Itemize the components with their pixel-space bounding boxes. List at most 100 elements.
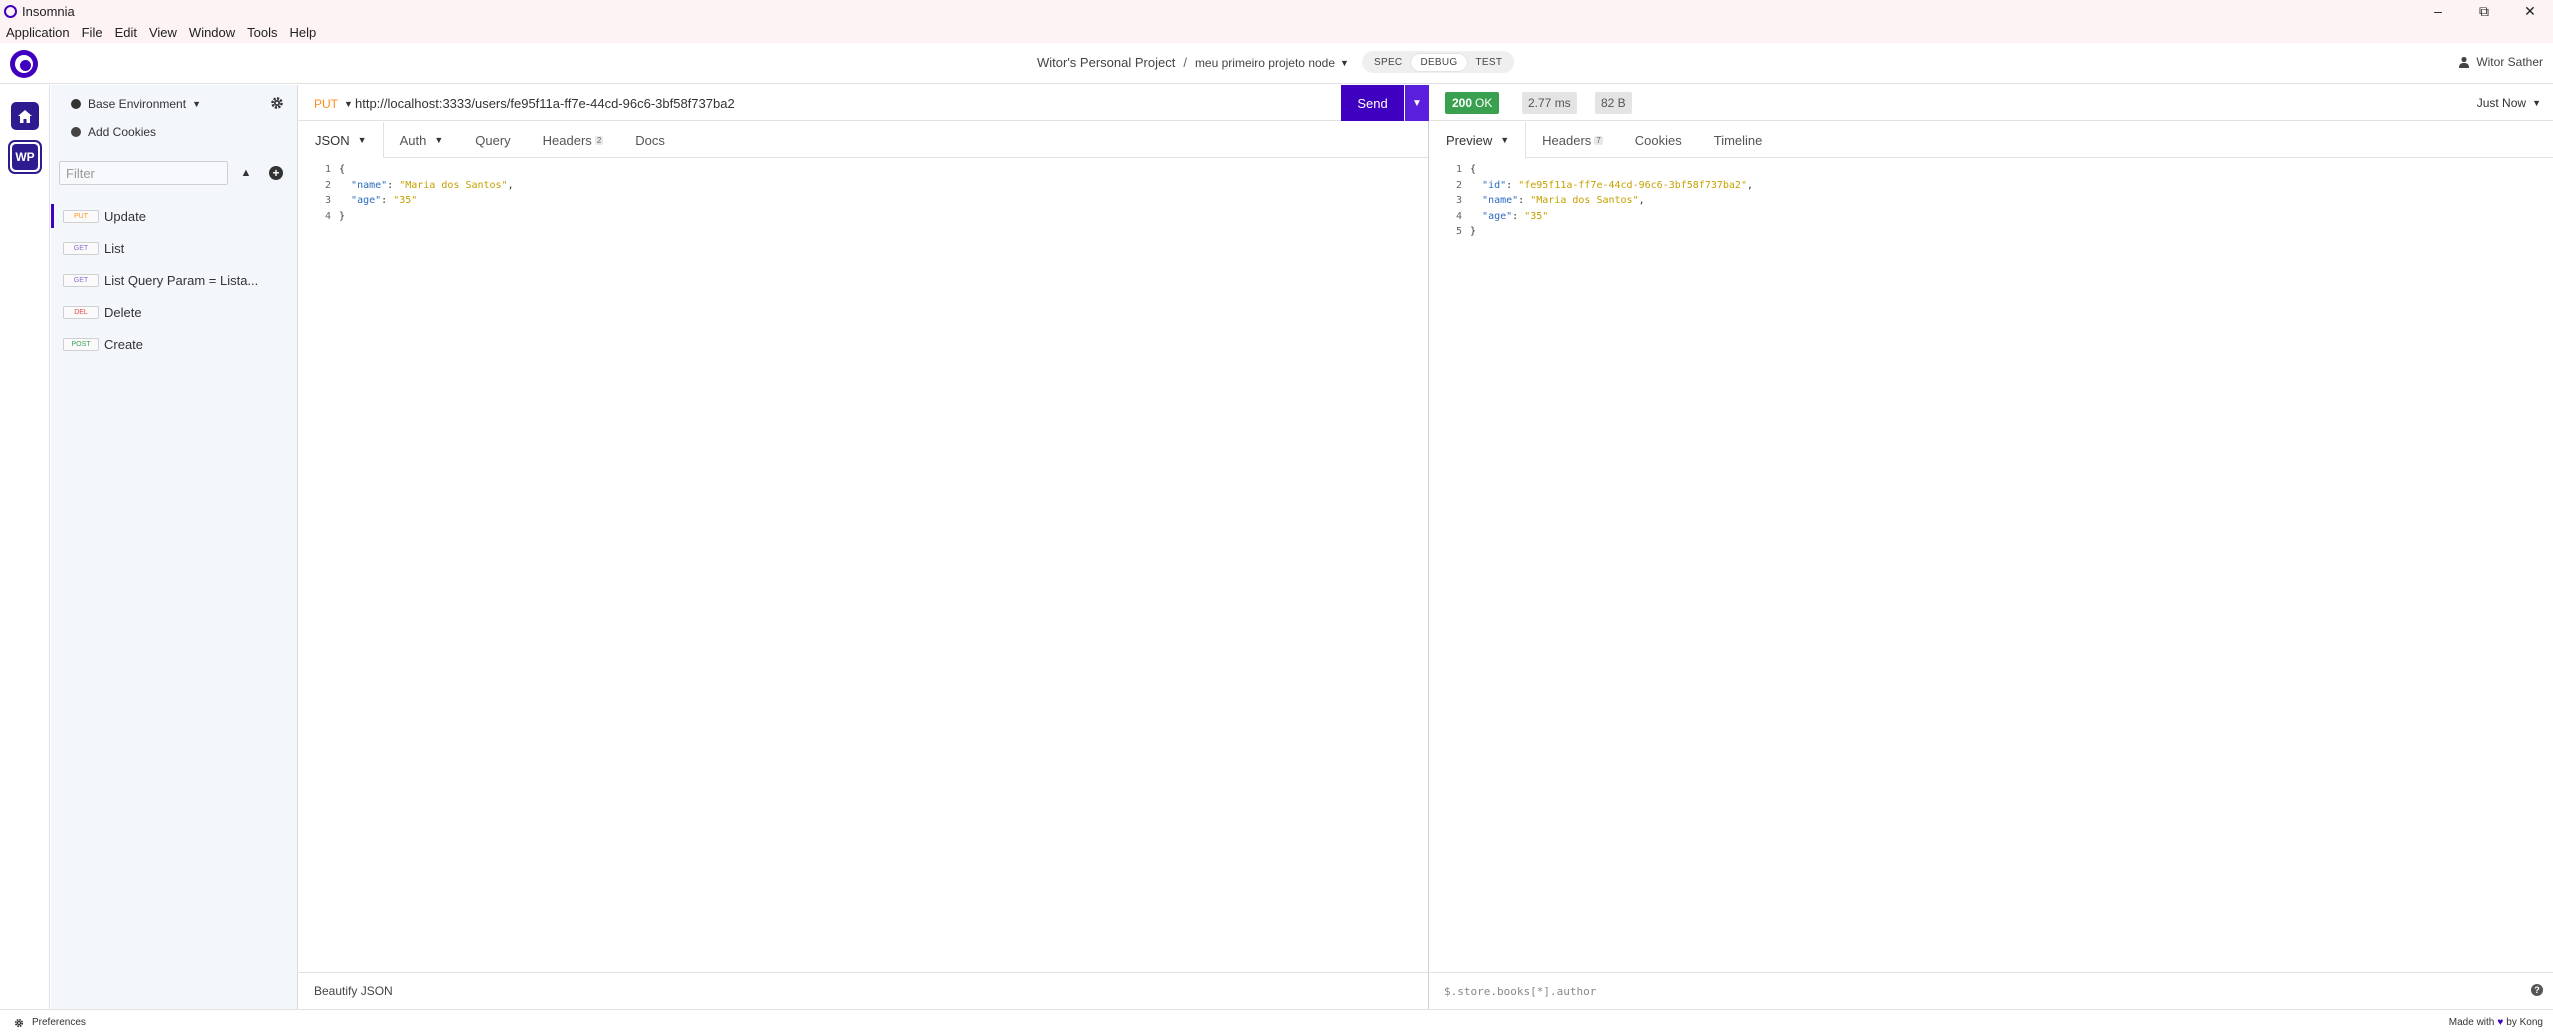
tab-auth[interactable]: Auth ▼ [384,122,460,158]
environment-selector[interactable]: Base Environment ▼ [71,97,201,111]
json-punct: , [1746,179,1753,191]
json-value: "fe95f11a-ff7e-44cd-96c6-3bf58f737ba2" [1518,179,1747,191]
tab-headers[interactable]: Headers 2 [527,122,620,158]
line-number: 3 [324,195,331,207]
response-status-bar: 200 OK 2.77 ms 82 B Just Now ▼ [1430,85,2553,121]
heart-icon: ♥ [2497,1017,2504,1028]
gear-icon [14,1018,24,1027]
user-name: Witor Sather [2476,55,2543,69]
home-button[interactable] [11,102,39,130]
add-cookies-label: Add Cookies [88,125,157,139]
add-cookies-button[interactable]: Add Cookies [71,125,156,139]
response-body-viewer[interactable]: 1{ 2 "id": "fe95f11a-ff7e-44cd-96c6-3bf5… [1430,162,1753,240]
request-pane: PUT ▼ http://localhost:3333/users/fe95f1… [299,85,1429,1009]
code-line: 5} [1430,224,1753,240]
mode-toggle: SPEC DEBUG TEST [1362,51,1515,73]
request-item-create[interactable]: POST Create [51,328,298,360]
window-controls: – ⧉ ✕ [2415,0,2553,22]
made-with-label: Made with [2448,1017,2495,1028]
request-body-editor[interactable]: 1{ 2 "name": "Maria dos Santos", 3 "age"… [299,162,514,224]
method-badge: GET [63,241,99,255]
menu-window[interactable]: Window [189,25,235,40]
line-number: 1 [1455,164,1462,176]
menu-tools[interactable]: Tools [247,25,277,40]
tab-cookies[interactable]: Cookies [1619,122,1698,158]
mode-spec[interactable]: SPEC [1365,54,1411,71]
request-item-delete[interactable]: DEL Delete [51,296,298,328]
json-key: "name" [1482,195,1519,207]
beautify-json-button[interactable]: Beautify JSON [299,972,1428,1009]
gear-icon[interactable] [270,96,284,110]
add-request-icon[interactable]: + [269,166,283,180]
workspace-rail: WP [0,85,50,1009]
insomnia-logo-icon [4,4,17,18]
help-icon[interactable]: ? [2531,984,2543,996]
environment-label: Base Environment [88,97,187,111]
user-account[interactable]: Witor Sather [2458,55,2543,69]
app-header: Witor's Personal Project / meu primeiro … [0,43,2553,84]
request-item-list[interactable]: GET List [51,232,298,264]
method-selector[interactable]: PUT ▼ [314,97,353,111]
insomnia-logo-icon[interactable] [10,50,38,78]
preferences-button[interactable]: Preferences [14,1017,86,1028]
tab-body[interactable]: JSON ▼ [299,122,384,158]
menu-view[interactable]: View [149,25,177,40]
response-history-dropdown[interactable]: Just Now ▼ [2477,96,2541,110]
chevron-down-icon: ▼ [357,135,367,145]
environment-dot-icon [71,99,81,109]
line-number: 5 [1455,226,1462,238]
close-icon[interactable]: ✕ [2507,0,2553,22]
code-line: 3 "name": "Maria dos Santos", [1430,193,1753,209]
menu-file[interactable]: File [82,25,103,40]
mode-test[interactable]: TEST [1467,54,1512,71]
response-tabs: Preview ▼ Headers 7 Cookies Timeline [1430,122,2553,158]
sidebar: Base Environment ▼ Add Cookies ▲ + PUT U… [51,85,298,1009]
code-line: 1{ [1430,162,1753,178]
mode-debug[interactable]: DEBUG [1411,53,1467,71]
sort-icon[interactable]: ▲ [240,166,252,180]
restore-icon[interactable]: ⧉ [2461,0,2507,22]
menu-help[interactable]: Help [290,25,317,40]
method-label: PUT [314,97,338,111]
breadcrumb-project[interactable]: Witor's Personal Project [1037,55,1175,70]
request-name: Update [104,208,146,224]
history-label: Just Now [2476,96,2527,110]
method-badge: GET [63,273,99,287]
menu-application[interactable]: Application [6,25,70,40]
breadcrumb-collection[interactable]: meu primeiro projeto node [1195,56,1335,70]
menu-edit[interactable]: Edit [115,25,137,40]
url-input[interactable]: http://localhost:3333/users/fe95f11a-ff7… [355,96,735,111]
request-name: List Query Param = Lista... [104,272,259,288]
code-line: 2 "id": "fe95f11a-ff7e-44cd-96c6-3bf58f7… [1430,178,1753,194]
chevron-down-icon: ▼ [344,99,353,109]
status-text: OK [1475,96,1493,110]
chevron-down-icon[interactable]: ▼ [1340,58,1349,68]
line-number: 4 [324,210,331,222]
made-with-kong[interactable]: Made with ♥ by Kong [2449,1017,2543,1028]
code-text: } [339,210,346,222]
tab-docs-label: Docs [635,132,665,148]
send-button[interactable]: Send [1341,85,1404,121]
minimize-icon[interactable]: – [2415,0,2461,22]
send-options-chevron-icon[interactable]: ▼ [1405,85,1429,121]
window-titlebar: Insomnia – ⧉ ✕ [0,0,2553,22]
tab-preview-label: Preview [1446,132,1493,148]
request-item-update[interactable]: PUT Update [51,200,298,232]
headers-count-badge: 7 [1594,135,1603,145]
request-name: List [104,240,125,256]
tab-response-headers[interactable]: Headers 7 [1526,122,1619,158]
menu-bar: Application File Edit View Window Tools … [0,22,2553,43]
code-line: 3 "age": "35" [299,193,514,209]
tab-body-label: JSON [315,132,350,148]
tab-query[interactable]: Query [459,122,526,158]
breadcrumb: Witor's Personal Project / meu primeiro … [1037,55,1349,70]
url-bar: PUT ▼ http://localhost:3333/users/fe95f1… [299,85,1429,121]
tab-docs[interactable]: Docs [619,122,681,158]
filter-input[interactable] [59,161,228,185]
tab-timeline[interactable]: Timeline [1698,122,1779,158]
request-item-list-query[interactable]: GET List Query Param = Lista... [51,264,298,296]
tab-headers-label: Headers [542,132,592,148]
workspace-button[interactable]: WP [8,140,42,174]
tab-preview[interactable]: Preview ▼ [1430,122,1527,158]
status-code: 200 [1452,96,1473,110]
